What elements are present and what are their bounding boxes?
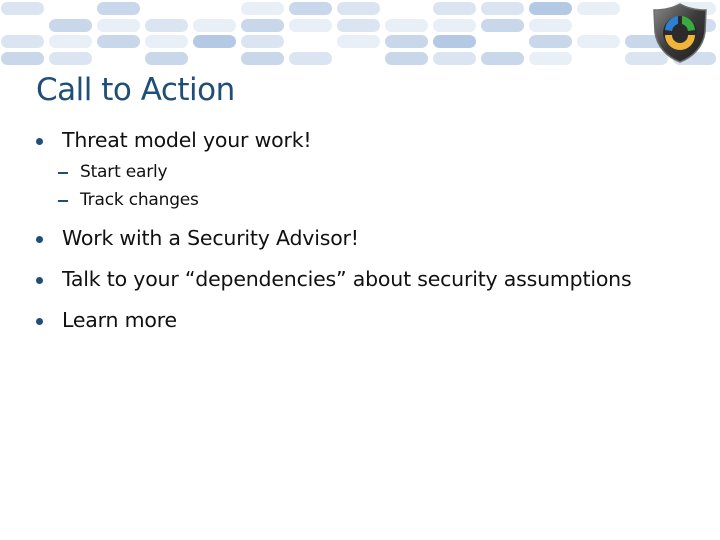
banner-pill xyxy=(49,52,92,65)
banner-pill xyxy=(145,35,188,48)
banner-pill xyxy=(337,19,380,32)
banner-pill xyxy=(241,19,284,32)
bullet-dot-icon xyxy=(36,318,43,325)
banner-pill xyxy=(385,52,428,65)
banner-pill xyxy=(385,19,428,32)
bullet-text: Learn more xyxy=(62,308,177,332)
sub-bullet-text: Start early xyxy=(80,162,168,182)
banner-pill xyxy=(433,2,476,15)
bullet-dot-icon xyxy=(36,236,43,243)
banner-pill xyxy=(433,19,476,32)
banner-pill xyxy=(481,19,524,32)
banner-pill xyxy=(145,52,188,65)
banner-pill xyxy=(1,35,44,48)
bullet-dot-icon xyxy=(36,138,43,145)
banner-pill xyxy=(241,2,284,15)
banner-pill xyxy=(97,35,140,48)
bullet-text: Talk to your “dependencies” about securi… xyxy=(62,267,632,291)
banner-pill xyxy=(1,52,44,65)
banner-pill xyxy=(289,52,332,65)
bullet-text: Work with a Security Advisor! xyxy=(62,226,359,250)
banner-pill xyxy=(337,35,380,48)
sub-bullet-text: Track changes xyxy=(80,190,199,210)
banner-pill xyxy=(241,35,284,48)
banner-pill xyxy=(193,35,236,48)
bullet-dot-icon xyxy=(36,277,43,284)
banner-pill xyxy=(481,2,524,15)
banner-pill xyxy=(577,2,620,15)
banner-pill xyxy=(529,19,572,32)
slide-title: Call to Action xyxy=(36,72,235,108)
banner-pill xyxy=(1,2,44,15)
bullet-text: Threat model your work! xyxy=(62,128,312,152)
banner-pill xyxy=(289,19,332,32)
banner-pill xyxy=(97,2,140,15)
banner-pill xyxy=(49,35,92,48)
banner-pill xyxy=(529,35,572,48)
banner-pill xyxy=(97,19,140,32)
banner-pill xyxy=(385,35,428,48)
banner-pill xyxy=(289,2,332,15)
security-shield-icon xyxy=(653,3,707,63)
banner-pill xyxy=(529,52,572,65)
banner-pill xyxy=(433,52,476,65)
dash-bullet-icon xyxy=(58,200,68,202)
banner-pill xyxy=(241,52,284,65)
banner-pill xyxy=(145,19,188,32)
header-banner-decoration xyxy=(0,0,720,70)
banner-pill xyxy=(337,2,380,15)
banner-pill xyxy=(529,2,572,15)
banner-pill xyxy=(481,52,524,65)
banner-pill xyxy=(193,19,236,32)
banner-pill xyxy=(577,35,620,48)
banner-pill xyxy=(433,35,476,48)
banner-pill xyxy=(49,19,92,32)
dash-bullet-icon xyxy=(58,172,68,174)
